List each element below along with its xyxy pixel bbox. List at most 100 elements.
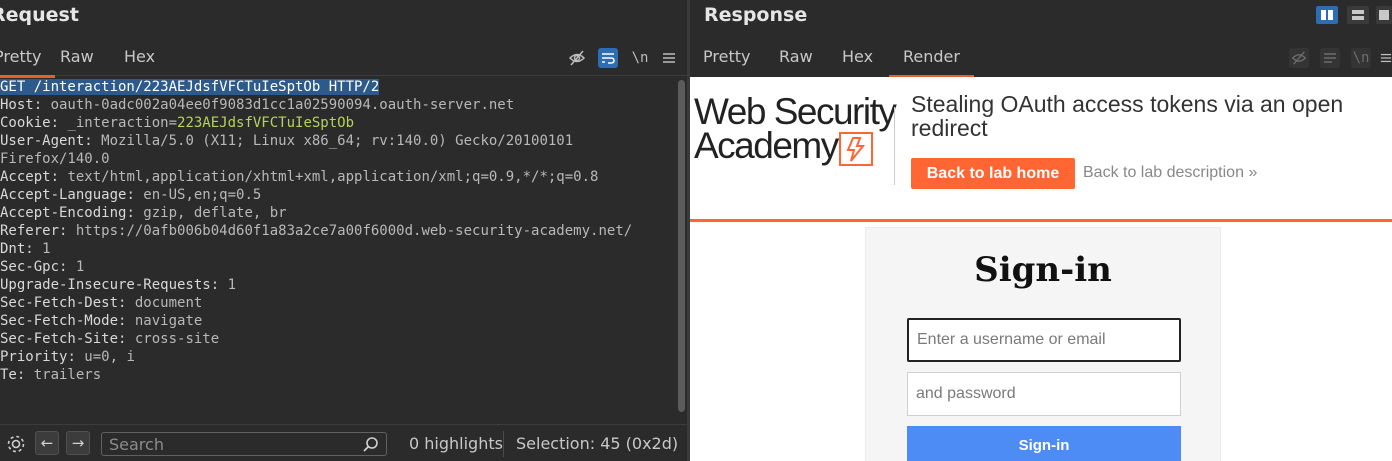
back-arrow-icon[interactable]: ←	[35, 431, 59, 455]
tab-pretty[interactable]: Pretty	[0, 47, 57, 78]
header-key: Te	[0, 367, 17, 383]
signin-heading: Sign-in	[974, 250, 1112, 290]
header-value: navigate	[134, 313, 203, 329]
response-title: Response	[704, 4, 808, 26]
header-key: User-Agent	[0, 133, 85, 149]
academy-lightning-icon	[839, 132, 873, 166]
header-key: Priority	[0, 349, 68, 365]
header-line: Upgrade-Insecure-Requests: 1	[0, 277, 237, 293]
header-value: 1	[75, 259, 85, 275]
request-line: GET /interaction/223AEJdsfVFCTuIeSptOb H…	[0, 78, 677, 96]
header-key: Sec-Fetch-Site	[0, 331, 119, 347]
header-line: Sec-Fetch-Site: cross-site	[0, 331, 220, 347]
eye-off-icon[interactable]	[567, 48, 587, 68]
header-value: 1	[42, 241, 51, 257]
tab-raw[interactable]: Raw	[779, 47, 813, 66]
logo-text: Web Security	[694, 91, 897, 132]
header-key: Accept-Language	[0, 187, 127, 203]
header-line: Accept-Language: en-US,en;q=0.5	[0, 187, 262, 203]
wrap-icon[interactable]	[598, 48, 618, 68]
header-key: Referer	[0, 223, 60, 239]
header-value: oauth-0adc002a04ee0f9083d1cc1a02590094.o…	[50, 97, 515, 113]
login-form: Sign-in Sign-in	[865, 227, 1221, 461]
header-line: Dnt: 1	[0, 241, 51, 257]
header-continuation: Firefox/140.0	[0, 150, 677, 168]
highlights-count: 0 highlights	[409, 434, 503, 453]
header-line: Sec-Fetch-Mode: navigate	[0, 313, 203, 329]
request-tabbar: Pretty Raw Hex \n	[0, 38, 687, 78]
header-line: Te: trailers	[0, 367, 102, 383]
double-chevron-icon: »	[1248, 164, 1258, 181]
header-key: Sec-Fetch-Mode	[0, 313, 119, 329]
forward-arrow-icon[interactable]: →	[66, 431, 90, 455]
header-value: en-US,en;q=0.5	[143, 187, 262, 203]
tab-raw[interactable]: Raw	[60, 47, 94, 66]
header-key: Host	[0, 97, 34, 113]
header-line: Accept: text/html,application/xhtml+xml,…	[0, 169, 599, 185]
layout-side-by-side-icon[interactable]	[1316, 6, 1338, 24]
back-to-lab-home-button[interactable]: Back to lab home	[911, 158, 1075, 189]
academy-header: Web Security Academy Stealing OAuth acce…	[690, 77, 1392, 222]
wrap-icon[interactable]	[1320, 48, 1340, 68]
password-field[interactable]	[907, 372, 1181, 416]
header-line: Sec-Gpc: 1	[0, 259, 85, 275]
header-line: Sec-Fetch-Dest: document	[0, 295, 203, 311]
search-input[interactable]	[101, 432, 387, 456]
search-icon[interactable]	[362, 436, 380, 454]
selection-info: Selection: 45 (0x2d)	[516, 434, 679, 453]
header-key: Accept	[0, 169, 51, 185]
header-key: Cookie	[0, 115, 51, 131]
header-value: 1	[227, 277, 237, 293]
header-line: Host: oauth-0adc002a04ee0f9083d1cc1a0259…	[0, 97, 515, 113]
selected-request-line: GET /interaction/223AEJdsfVFCTuIeSptOb H…	[0, 79, 380, 95]
settings-gear-icon[interactable]	[5, 433, 27, 459]
cookie-value-highlight: 223AEJdsfVFCTuIeSptOb	[177, 115, 355, 131]
response-pane: Response Pretty Raw Hex Render \n Web Se…	[690, 0, 1392, 461]
header-key: Dnt	[0, 241, 26, 257]
header-value: Firefox/140.0	[0, 151, 110, 167]
menu-icon[interactable]	[659, 48, 679, 68]
tab-hex[interactable]: Hex	[124, 47, 155, 66]
tab-render[interactable]: Render	[889, 47, 974, 78]
header-value: document	[134, 295, 203, 311]
web-security-academy-logo[interactable]: Web Security Academy	[694, 91, 897, 166]
header-line: Accept-Encoding: gzip, deflate, br	[0, 205, 287, 221]
header-value: trailers	[33, 367, 102, 383]
header-line: Referer: https://0afb006b04d60f1a83a2ce7…	[0, 223, 633, 239]
response-tabbar: Pretty Raw Hex Render \n	[690, 38, 1392, 78]
lab-title: Stealing OAuth access tokens via an open…	[911, 91, 1344, 141]
request-title: Request	[0, 4, 79, 26]
header-value: text/html,application/xhtml+xml,applicat…	[67, 169, 599, 185]
header-key: Upgrade-Insecure-Requests	[0, 277, 211, 293]
request-pane: Request Pretty Raw Hex \n GET /interacti…	[0, 0, 687, 461]
header-key: Sec-Fetch-Dest	[0, 295, 119, 311]
header-key: Accept-Encoding	[0, 205, 127, 221]
header-line: Cookie: _interaction=223AEJdsfVFCTuIeSpt…	[0, 115, 355, 131]
header-value: _interaction=	[67, 115, 178, 131]
back-to-lab-description-link[interactable]: Back to lab description »	[1083, 164, 1257, 182]
header-value: gzip, deflate, br	[143, 205, 287, 221]
header-value: Mozilla/5.0 (X11; Linux x86_64; rv:140.0…	[101, 133, 574, 149]
header-line: User-Agent: Mozilla/5.0 (X11; Linux x86_…	[0, 133, 574, 149]
header-value: u=0, i	[84, 349, 135, 365]
tab-hex[interactable]: Hex	[842, 47, 873, 66]
header-divider	[894, 107, 895, 185]
eye-off-icon[interactable]	[1289, 48, 1309, 68]
back-to-lab-description-label: Back to lab description	[1083, 164, 1244, 181]
tab-pretty[interactable]: Pretty	[703, 47, 750, 66]
header-line: Priority: u=0, i	[0, 349, 135, 365]
request-scrollbar[interactable]	[678, 80, 685, 412]
layout-single-icon[interactable]	[1376, 6, 1392, 24]
layout-stacked-icon[interactable]	[1347, 6, 1369, 24]
newline-icon[interactable]: \n	[630, 48, 650, 68]
header-key: Sec-Gpc	[0, 259, 60, 275]
request-editor[interactable]: GET /interaction/223AEJdsfVFCTuIeSptOb H…	[0, 78, 677, 418]
header-value: https://0afb006b04d60f1a83a2ce7a00f6000d…	[75, 223, 633, 239]
request-bottom-bar: ← → 0 highlights Selection: 45 (0x2d)	[0, 424, 687, 461]
menu-icon[interactable]	[1380, 48, 1392, 68]
divider	[503, 431, 504, 457]
username-field[interactable]	[907, 318, 1181, 362]
newline-icon[interactable]: \n	[1351, 48, 1371, 68]
signin-button[interactable]: Sign-in	[907, 426, 1181, 461]
header-value: cross-site	[134, 331, 220, 347]
